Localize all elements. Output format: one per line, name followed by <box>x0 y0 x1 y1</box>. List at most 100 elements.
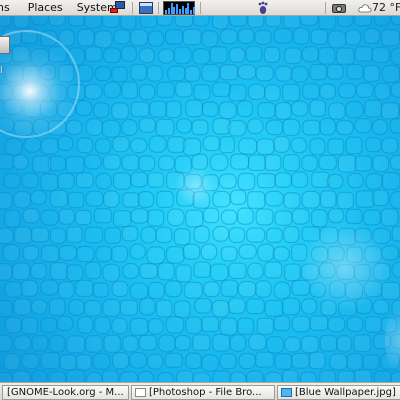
wallpaper-cell <box>139 297 156 316</box>
wallpaper-cell <box>274 172 292 188</box>
wallpaper-cell <box>326 63 344 80</box>
wallpaper-cell <box>75 354 92 371</box>
wallpaper-cell <box>299 371 317 382</box>
wallpaper-cell <box>283 226 300 244</box>
wallpaper-cell <box>327 30 347 49</box>
wallpaper-cell <box>219 317 238 336</box>
wallpaper-cell <box>310 28 328 45</box>
file-manager-icon[interactable] <box>138 1 154 15</box>
wallpaper-cell <box>245 45 263 63</box>
wallpaper-cell <box>326 173 344 190</box>
wallpaper-cell <box>84 46 103 62</box>
desktop[interactable]: l <box>0 16 400 382</box>
wallpaper-cell <box>345 100 364 119</box>
wallpaper-cell <box>66 226 83 243</box>
bottom-panel: [GNOME-Look.org - M... [Photoshop - File… <box>0 382 400 400</box>
wallpaper-cell <box>263 46 281 63</box>
wallpaper-cell <box>155 226 173 244</box>
wallpaper-cell <box>255 65 274 82</box>
wallpaper-cell <box>300 298 318 315</box>
wallpaper-cell <box>47 155 67 172</box>
wallpaper-cell <box>84 261 102 280</box>
wallpaper-cell <box>281 83 301 102</box>
wallpaper-cell <box>164 352 184 369</box>
wallpaper-cell <box>228 227 246 244</box>
wallpaper-cell <box>83 154 103 170</box>
taskbar-button-blue-wallpaper[interactable]: [Blue Wallpaper.jpg] <box>277 385 400 400</box>
wallpaper-cell <box>121 225 139 242</box>
wallpaper-cell <box>337 370 356 382</box>
wallpaper-cell <box>290 65 309 83</box>
wallpaper-cell <box>230 153 250 170</box>
wallpaper-cell <box>183 65 201 82</box>
wallpaper-cell <box>111 102 129 120</box>
wallpaper-cell <box>275 101 292 120</box>
menu-places[interactable]: Places <box>25 0 66 16</box>
taskbar-button-photoshop[interactable]: [Photoshop - File Bro... <box>131 385 275 400</box>
gnome-foot-icon[interactable] <box>256 1 270 15</box>
wallpaper-cell <box>257 102 276 119</box>
wallpaper-cell <box>209 263 229 282</box>
wallpaper-cell <box>327 138 345 156</box>
wallpaper-cell <box>48 298 66 316</box>
wallpaper-cell <box>138 84 156 101</box>
cloud-icon[interactable] <box>358 1 372 15</box>
system-monitor-graph[interactable] <box>163 1 195 15</box>
wallpaper-cell <box>155 118 175 137</box>
wallpaper-cell <box>112 135 130 153</box>
wallpaper-cell <box>264 371 283 382</box>
wallpaper-cell <box>185 209 204 228</box>
wallpaper-cell <box>228 262 247 280</box>
wallpaper-cell <box>327 316 346 333</box>
wallpaper-cell <box>175 370 195 382</box>
wallpaper-cell <box>200 243 218 261</box>
wallpaper-cell <box>281 297 301 316</box>
wallpaper-cell <box>68 299 85 316</box>
wallpaper-cell <box>381 137 399 154</box>
camera-icon[interactable] <box>331 1 347 15</box>
wallpaper-cell <box>103 334 121 353</box>
network-monitor-icon[interactable] <box>110 1 126 15</box>
wallpaper-cell <box>13 226 33 244</box>
wallpaper-cell <box>13 298 32 316</box>
wallpaper-cell <box>391 261 400 279</box>
wallpaper-cell <box>266 227 283 244</box>
wallpaper-cell <box>354 46 374 62</box>
temperature-label[interactable]: 72 °F <box>372 0 400 16</box>
wallpaper-cell <box>65 369 85 382</box>
wallpaper-cell <box>111 66 128 83</box>
wallpaper-cell <box>111 280 129 297</box>
wallpaper-cell <box>120 45 137 63</box>
wallpaper-cell <box>83 83 103 100</box>
wallpaper-cell <box>318 154 338 171</box>
wallpaper-cell <box>374 82 391 101</box>
wallpaper-cell <box>353 334 372 353</box>
wallpaper-cell <box>346 352 364 371</box>
wallpaper-cell <box>13 190 32 209</box>
wallpaper-cell <box>364 316 383 333</box>
wallpaper-cell <box>193 84 211 101</box>
wallpaper-cell <box>86 371 103 382</box>
wallpaper-cell <box>193 261 212 278</box>
system-monitor-bar <box>187 3 190 14</box>
wallpaper-cell <box>335 119 354 136</box>
wallpaper-cell <box>273 28 293 44</box>
wallpaper-cell <box>155 16 174 27</box>
taskbar-button-gnome-look[interactable]: [GNOME-Look.org - M... <box>2 385 129 400</box>
wallpaper-cell <box>113 172 132 190</box>
wallpaper-cell <box>218 136 236 154</box>
wallpaper-cell <box>319 83 336 100</box>
system-monitor-bar <box>181 6 184 14</box>
wallpaper-cell <box>30 262 47 280</box>
wallpaper-cell <box>201 63 221 82</box>
system-monitor-bar <box>193 7 195 14</box>
wallpaper-cell <box>130 101 150 117</box>
wallpaper-cell <box>40 352 60 370</box>
system-monitor-bar <box>176 4 179 14</box>
wallpaper-cell <box>282 154 301 172</box>
wallpaper-cell <box>201 354 220 372</box>
desktop-icon-drive[interactable]: l <box>0 34 22 76</box>
menu-applications[interactable]: ns <box>0 0 13 16</box>
wallpaper-cell <box>283 16 301 29</box>
wallpaper-cell <box>95 245 113 263</box>
